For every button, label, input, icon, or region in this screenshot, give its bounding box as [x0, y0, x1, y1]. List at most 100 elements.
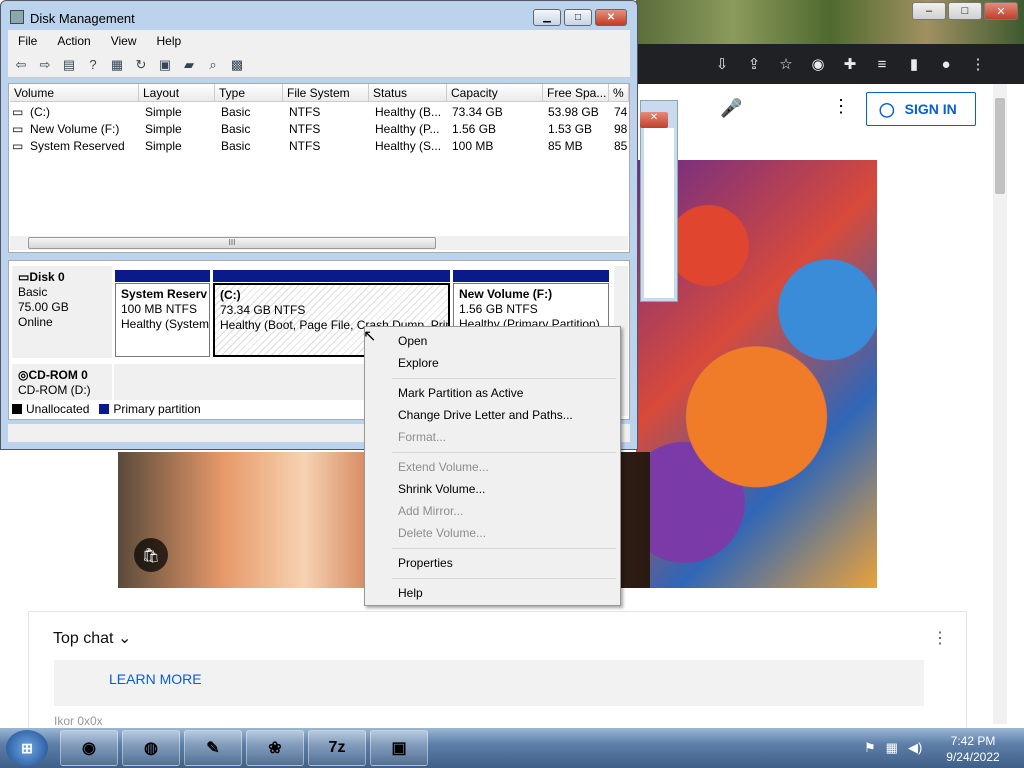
menu-item-properties[interactable]: Properties [398, 556, 453, 570]
side-panel-icon[interactable]: ▮ [898, 55, 930, 73]
share-icon[interactable]: ⇪ [738, 55, 770, 73]
column-status[interactable]: Status [369, 84, 447, 102]
toolbar: ⇦ ⇨ ▤ ? ▦ ↻ ▣ ▰ ⌕ ▩ [8, 52, 630, 78]
more-options-icon[interactable]: ⋮ [832, 96, 850, 117]
partition-header [115, 270, 210, 282]
top-chat-label: Top chat [53, 630, 114, 647]
disk-management-icon [10, 10, 24, 24]
clock[interactable]: 7:42 PM 9/24/2022 [936, 733, 1010, 765]
table-cell[interactable]: New Volume (F:) [30, 122, 119, 136]
paint-taskbar-icon[interactable]: ✎ [184, 730, 242, 766]
microphone-icon[interactable]: 🎤 [720, 98, 742, 119]
extension-flag-icon[interactable]: ◉ [802, 55, 834, 73]
minimize-icon[interactable]: ▁ [533, 9, 561, 26]
chrome-taskbar-icon[interactable]: ◉ [60, 730, 118, 766]
column-file-system[interactable]: File System [283, 84, 369, 102]
7zip-taskbar-button[interactable]: 7z [308, 730, 366, 766]
shopping-bag-icon[interactable]: 🛍 [134, 538, 168, 572]
column-capacity[interactable]: Capacity [447, 84, 543, 102]
menu-item-format: Format... [398, 430, 447, 444]
chat-options-icon[interactable]: ⋮ [932, 628, 948, 648]
partition-system-reserved[interactable]: System Reserv 100 MB NTFS Healthy (Syste… [115, 283, 210, 357]
menu-item-mark-active[interactable]: Mark Partition as Active [398, 386, 523, 400]
search-icon[interactable]: ⌕ [204, 56, 222, 74]
menu-view[interactable]: View [111, 34, 137, 48]
sign-in-button[interactable]: ◯ SIGN IN [866, 92, 976, 126]
close-icon[interactable]: ✕ [984, 2, 1018, 20]
install-icon[interactable]: ⇩ [706, 55, 738, 73]
properties-icon[interactable]: ▣ [156, 56, 174, 74]
table-cell: 98 [614, 122, 628, 136]
menu-item-add-mirror: Add Mirror... [398, 504, 464, 518]
menu-item-help[interactable]: Help [398, 586, 423, 600]
menu-action[interactable]: Action [57, 34, 90, 48]
list-view-icon[interactable]: ▦ [108, 56, 126, 74]
menu-file[interactable]: File [18, 34, 37, 48]
open-folder-icon[interactable]: ▰ [180, 56, 198, 74]
column-volume[interactable]: Volume [10, 84, 139, 102]
menu-item-open[interactable]: Open [398, 334, 427, 348]
minimize-icon[interactable]: – [912, 2, 946, 20]
settings-icon[interactable]: ▩ [228, 56, 246, 74]
horizontal-scrollbar-thumb[interactable]: III [28, 237, 436, 249]
start-button[interactable]: ⊞ [6, 730, 48, 766]
network-icon[interactable]: ▦ [886, 740, 898, 756]
back-icon[interactable]: ⇦ [12, 56, 30, 74]
profile-icon[interactable]: ● [930, 56, 962, 73]
help-icon[interactable]: ? [84, 56, 102, 74]
maximize-icon[interactable]: □ [948, 2, 982, 20]
toolbox-taskbar-icon[interactable]: ▣ [370, 730, 428, 766]
table-cell: Basic [221, 105, 251, 119]
close-icon[interactable]: ✕ [595, 9, 627, 26]
disk0-info[interactable]: ▭Disk 0 Basic 75.00 GB Online [12, 266, 112, 358]
maximize-icon[interactable]: □ [564, 9, 592, 26]
menu-help[interactable]: Help [157, 34, 182, 48]
clock-date: 9/24/2022 [946, 750, 1000, 764]
action-center-icon[interactable]: ⚑ [864, 740, 876, 756]
bookmark-star-icon[interactable]: ☆ [770, 55, 802, 73]
cdrom-info[interactable]: ◎CD-ROM 0 CD-ROM (D:) [12, 364, 112, 400]
menu-separator [392, 452, 616, 453]
menu-bar: File Action View Help [8, 30, 630, 52]
column-type[interactable]: Type [215, 84, 283, 102]
top-chat-dropdown[interactable]: Top chat ⌄ [53, 628, 131, 648]
table-cell: Simple [145, 139, 182, 153]
view-icon[interactable]: ▤ [60, 56, 78, 74]
menu-separator [392, 548, 616, 549]
page-scrollbar-thumb[interactable] [995, 98, 1005, 194]
chevron-down-icon: ⌄ [117, 630, 132, 647]
menu-item-shrink-volume[interactable]: Shrink Volume... [398, 482, 485, 496]
menu-separator [392, 378, 616, 379]
partition-name: (C:) [220, 288, 241, 302]
column-layout[interactable]: Layout [139, 84, 215, 102]
refresh-icon[interactable]: ↻ [132, 56, 150, 74]
puzzle-icon[interactable]: ✚ [834, 55, 866, 73]
partition-header [453, 270, 609, 282]
table-cell: 85 MB [548, 139, 583, 153]
drive-icon: ▭ [12, 122, 24, 136]
learn-more-link[interactable]: LEARN MORE [109, 671, 202, 687]
playlist-icon[interactable]: ≡ [866, 56, 898, 73]
table-cell[interactable]: System Reserved [30, 139, 125, 153]
partition-name: New Volume (F:) [459, 287, 553, 301]
column-free-space[interactable]: Free Spa... [543, 84, 609, 102]
system-tray: ⚑ ▦ ◀) [864, 740, 922, 756]
disk0-type: Basic [18, 285, 48, 299]
close-icon[interactable]: ✕ [640, 112, 668, 128]
browser-menu-icon[interactable]: ⋮ [962, 55, 994, 73]
explorer-taskbar-icon[interactable]: ❀ [246, 730, 304, 766]
table-cell: 1.56 GB [452, 122, 497, 136]
forward-icon[interactable]: ⇨ [36, 56, 54, 74]
menu-item-change-drive-letter[interactable]: Change Drive Letter and Paths... [398, 408, 573, 422]
menu-item-explore[interactable]: Explore [398, 356, 439, 370]
table-cell: 53.98 GB [548, 105, 599, 119]
column-percent-free[interactable]: % F [609, 84, 629, 102]
window-controls: ▁ □ ✕ [533, 9, 627, 26]
cdrom-sub: CD-ROM (D:) [18, 383, 91, 397]
chat-username: Ikor 0x0x [54, 714, 103, 728]
table-cell: Healthy (P... [375, 122, 440, 136]
table-cell[interactable]: (C:) [30, 105, 50, 119]
partition-size: 73.34 GB NTFS [220, 303, 306, 317]
firefox-taskbar-icon[interactable]: ◍ [122, 730, 180, 766]
volume-icon[interactable]: ◀) [908, 740, 922, 756]
